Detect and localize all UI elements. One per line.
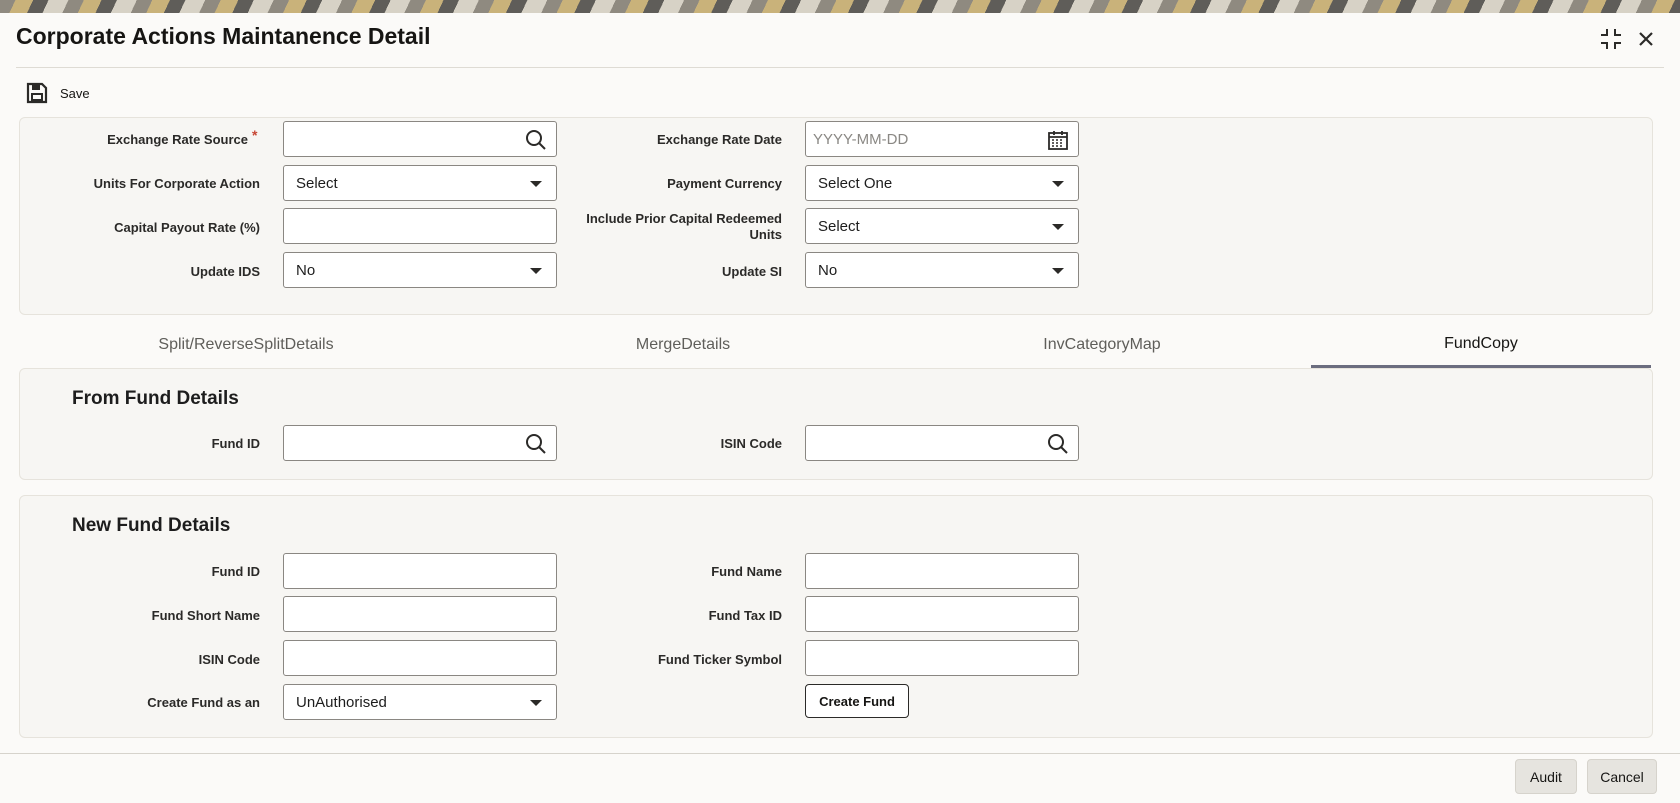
save-button[interactable]: Save <box>26 82 90 104</box>
fund-short-name-label: Fund Short Name <box>151 608 260 623</box>
fund-tax-id-label: Fund Tax ID <box>708 608 782 623</box>
search-icon[interactable] <box>1047 433 1069 455</box>
title-bar: Corporate Actions Maintanence Detail <box>0 13 1680 69</box>
from-fund-title: From Fund Details <box>72 388 239 409</box>
fund-name-label: Fund Name <box>711 564 782 579</box>
from-fund-id-label: Fund ID <box>211 436 260 451</box>
chevron-down-icon <box>1052 268 1064 274</box>
calendar-icon[interactable] <box>1047 129 1069 151</box>
new-fund-title: New Fund Details <box>72 515 231 536</box>
update-si-select[interactable]: No <box>805 252 1079 288</box>
chevron-down-icon <box>1052 181 1064 187</box>
tab-fund-copy[interactable]: FundCopy <box>1311 322 1651 368</box>
fund-short-name-input[interactable] <box>283 596 557 632</box>
fund-tax-id-input[interactable] <box>805 596 1079 632</box>
include-prior-capital-label-line2: Units <box>749 227 783 242</box>
chevron-down-icon <box>530 181 542 187</box>
chevron-down-icon <box>530 700 542 706</box>
include-prior-capital-select[interactable]: Select <box>805 208 1079 244</box>
fund-name-input[interactable] <box>805 553 1079 589</box>
units-for-corporate-action-label: Units For Corporate Action <box>93 176 260 191</box>
save-label: Save <box>60 85 90 101</box>
title-divider <box>16 67 1664 68</box>
update-ids-select[interactable]: No <box>283 252 557 288</box>
page-title: Corporate Actions Maintanence Detail <box>16 23 431 49</box>
update-si-label: Update SI <box>722 264 782 279</box>
collapse-icon[interactable] <box>1598 26 1624 52</box>
detail-tabs: Split/ReverseSplitDetails MergeDetails I… <box>19 322 1651 368</box>
create-fund-as-label: Create Fund as an <box>147 695 260 710</box>
capital-payout-rate-input[interactable] <box>283 208 557 244</box>
fund-ticker-symbol-label: Fund Ticker Symbol <box>657 652 782 667</box>
search-icon[interactable] <box>525 433 547 455</box>
chevron-down-icon <box>1052 224 1064 230</box>
search-icon[interactable] <box>525 129 547 151</box>
from-fund-id-input[interactable] <box>283 425 557 461</box>
cancel-button[interactable]: Cancel <box>1587 759 1657 794</box>
from-isin-code-label: ISIN Code <box>720 436 782 451</box>
new-fund-id-label: Fund ID <box>211 564 260 579</box>
close-icon[interactable] <box>1633 26 1659 52</box>
include-prior-capital-label-line1: Include Prior Capital Redeemed <box>586 211 782 226</box>
chevron-down-icon <box>530 268 542 274</box>
fund-ticker-symbol-input[interactable] <box>805 640 1079 676</box>
payment-currency-label: Payment Currency <box>667 176 782 191</box>
units-for-corporate-action-select[interactable]: Select <box>283 165 557 201</box>
include-prior-capital-label: Include Prior Capital Redeemed Units <box>560 211 782 243</box>
from-fund-panel <box>19 368 1653 480</box>
footer-divider <box>0 753 1680 754</box>
top-banner-strip <box>0 0 1680 13</box>
audit-button[interactable]: Audit <box>1515 759 1577 794</box>
floppy-disk-icon <box>26 82 48 104</box>
new-fund-id-input[interactable] <box>283 553 557 589</box>
update-ids-label: Update IDS <box>190 264 260 279</box>
create-fund-button[interactable]: Create Fund <box>805 684 909 718</box>
exchange-rate-source-input[interactable] <box>283 121 557 157</box>
exchange-rate-source-label: Exchange Rate Source <box>107 132 248 147</box>
capital-payout-rate-label: Capital Payout Rate (%) <box>114 220 260 235</box>
new-isin-code-input[interactable] <box>283 640 557 676</box>
required-marker: * <box>252 127 258 143</box>
tab-inv-category-map[interactable]: InvCategoryMap <box>893 322 1311 368</box>
create-fund-as-select[interactable]: UnAuthorised <box>283 684 557 720</box>
from-isin-code-input[interactable] <box>805 425 1079 461</box>
payment-currency-select[interactable]: Select One <box>805 165 1079 201</box>
tab-merge-details[interactable]: MergeDetails <box>473 322 893 368</box>
tab-split-reverse-split-details[interactable]: Split/ReverseSplitDetails <box>19 322 473 368</box>
new-isin-code-label: ISIN Code <box>198 652 260 667</box>
exchange-rate-date-input[interactable]: YYYY-MM-DD <box>805 121 1079 157</box>
exchange-rate-date-label: Exchange Rate Date <box>657 132 782 147</box>
